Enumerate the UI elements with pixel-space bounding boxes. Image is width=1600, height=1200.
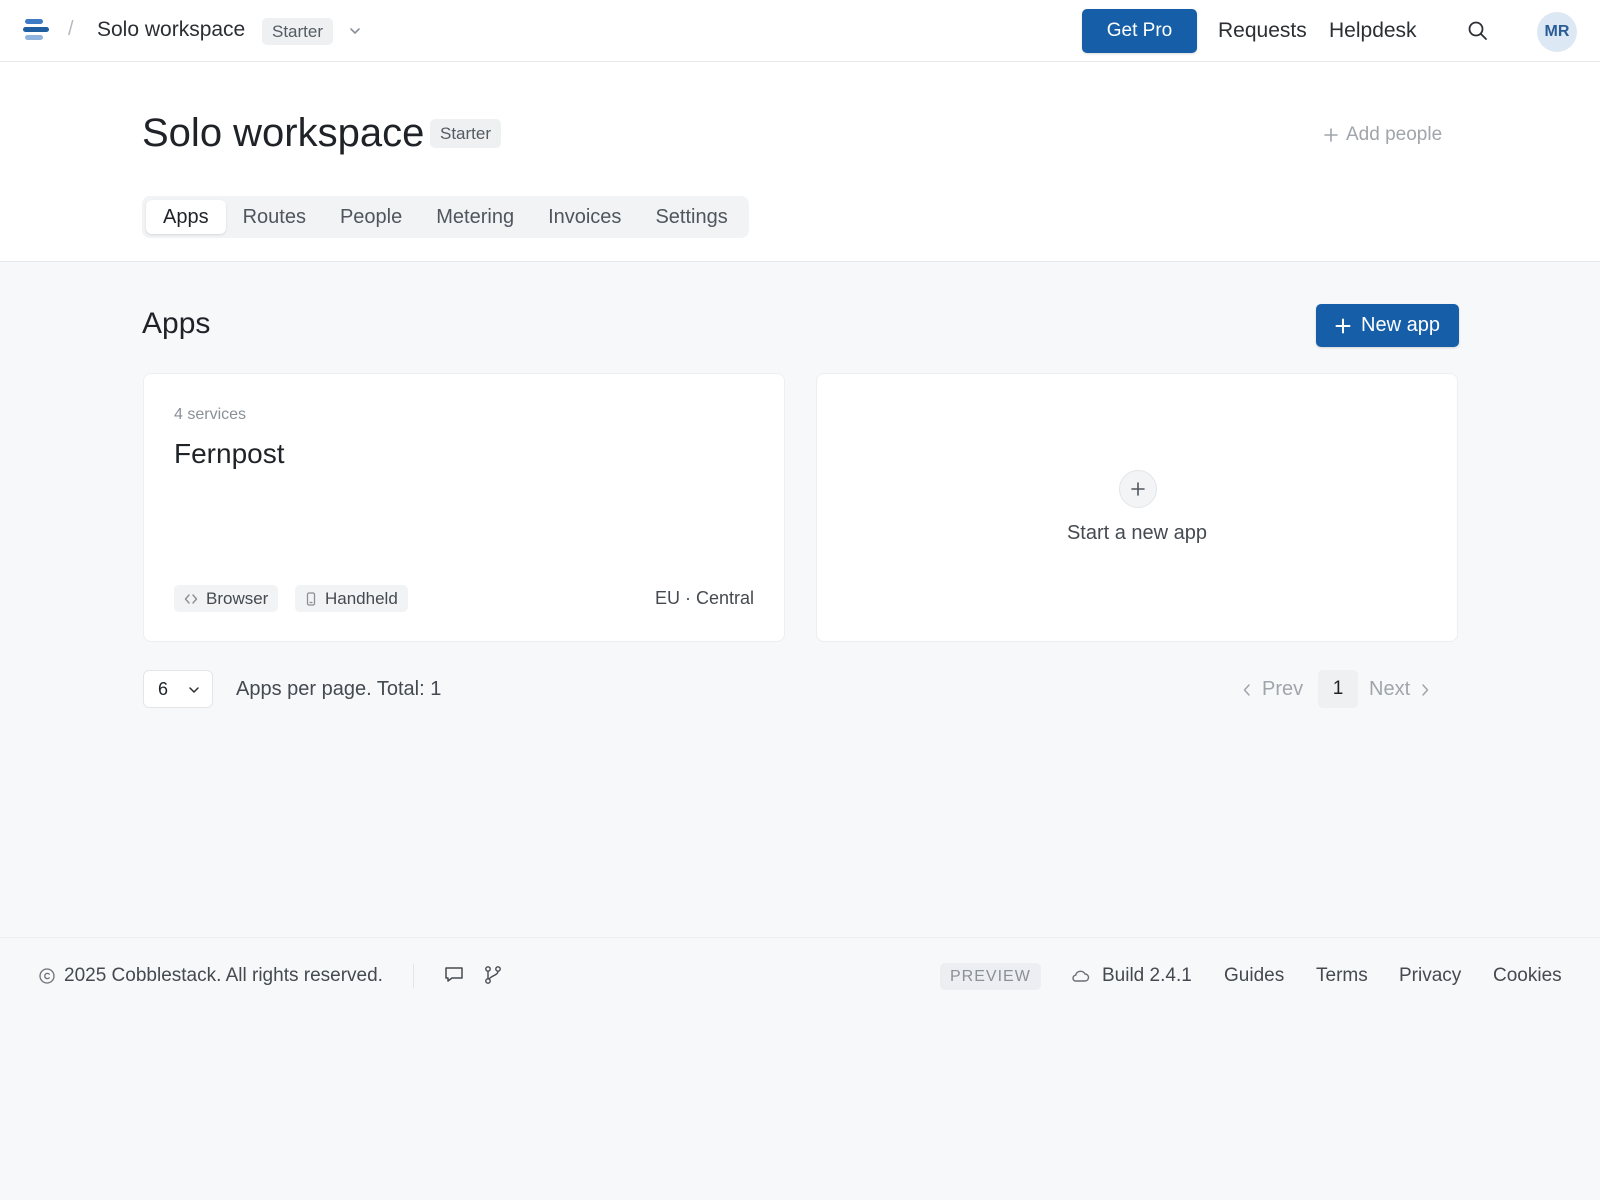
apps-heading: Apps [142,307,211,340]
start-new-app-label: Start a new app [1066,522,1208,544]
app-name[interactable]: Fernpost [174,438,285,470]
chevron-right-icon [1420,683,1430,697]
tab-metering[interactable]: Metering [419,200,531,234]
chevron-left-icon [1242,683,1252,697]
plan-badge: Starter [262,18,334,45]
workspace-switcher-name[interactable]: Solo workspace [97,18,245,42]
page-title: Solo workspace [142,111,425,155]
stack-logo-icon[interactable] [22,16,50,44]
platform-chip-handheld: Handheld [295,585,408,612]
preview-badge: PREVIEW [940,963,1041,990]
per-page-value: 6 [158,679,169,699]
platform-label: Browser [206,588,269,608]
footer-divider [413,964,414,988]
platform-label: Handheld [325,588,398,608]
new-app-label: New app [1361,314,1440,336]
git-branch-icon[interactable] [484,965,502,985]
per-page-select[interactable]: 6 [143,670,213,708]
tab-apps[interactable]: Apps [146,200,226,234]
feedback-icon[interactable] [444,966,464,984]
pagination-summary: Apps per page. Total: 1 [236,678,442,700]
build-version: Build 2.4.1 [1070,965,1192,987]
cloud-icon [1070,969,1090,983]
next-label: Next [1369,678,1411,700]
build-label: Build 2.4.1 [1102,965,1192,986]
new-app-card[interactable]: Start a new app [816,373,1458,642]
get-pro-button[interactable]: Get Pro [1082,9,1197,53]
platform-chip-browser: Browser [174,585,279,612]
prev-label: Prev [1262,678,1304,700]
footer-link-privacy[interactable]: Privacy [1399,965,1461,987]
footer-link-guides[interactable]: Guides [1224,965,1284,987]
copyright-icon [39,968,55,984]
breadcrumb-separator: / [68,18,74,40]
add-people-label: Add people [1346,124,1443,145]
mobile-device-icon [305,591,317,606]
workspace-header: Solo workspace Starter Add people Apps R… [0,62,1600,262]
plan-badge: Starter [430,119,502,148]
next-page-button[interactable]: Next [1369,678,1430,701]
current-page-number[interactable]: 1 [1318,670,1358,708]
tab-settings[interactable]: Settings [638,200,744,234]
workspace-tabs: Apps Routes People Metering Invoices Set… [142,196,749,238]
prev-page-button[interactable]: Prev [1242,678,1303,701]
tab-invoices[interactable]: Invoices [531,200,638,234]
add-people-button[interactable]: Add people [1324,124,1442,146]
tab-people[interactable]: People [323,200,419,234]
nav-helpdesk-link[interactable]: Helpdesk [1329,19,1417,43]
footer-link-cookies[interactable]: Cookies [1493,965,1562,987]
footer: 2025 Cobblestack. All rights reserved. P… [0,937,1600,1013]
top-bar: / Solo workspace Starter Get Pro Request… [0,0,1600,62]
new-app-button[interactable]: New app [1316,304,1459,347]
plus-icon[interactable] [1119,470,1157,508]
app-region: EU · Central [654,588,754,608]
copyright-text: 2025 Cobblestack. All rights reserved. [64,965,383,986]
app-card[interactable]: 4 services Fernpost Browser Handheld EU … [143,373,785,642]
code-icon [184,592,198,606]
footer-link-terms[interactable]: Terms [1316,965,1368,987]
search-icon[interactable] [1466,19,1490,43]
app-services-count: 4 services [174,406,247,423]
copyright: 2025 Cobblestack. All rights reserved. [39,965,383,987]
user-avatar[interactable]: MR [1537,12,1577,52]
plus-icon [1324,128,1338,142]
nav-requests-link[interactable]: Requests [1218,19,1307,43]
tab-routes[interactable]: Routes [226,200,323,234]
plus-icon [1335,318,1351,334]
chevron-down-icon [188,685,200,695]
chevron-down-icon[interactable] [348,24,362,38]
